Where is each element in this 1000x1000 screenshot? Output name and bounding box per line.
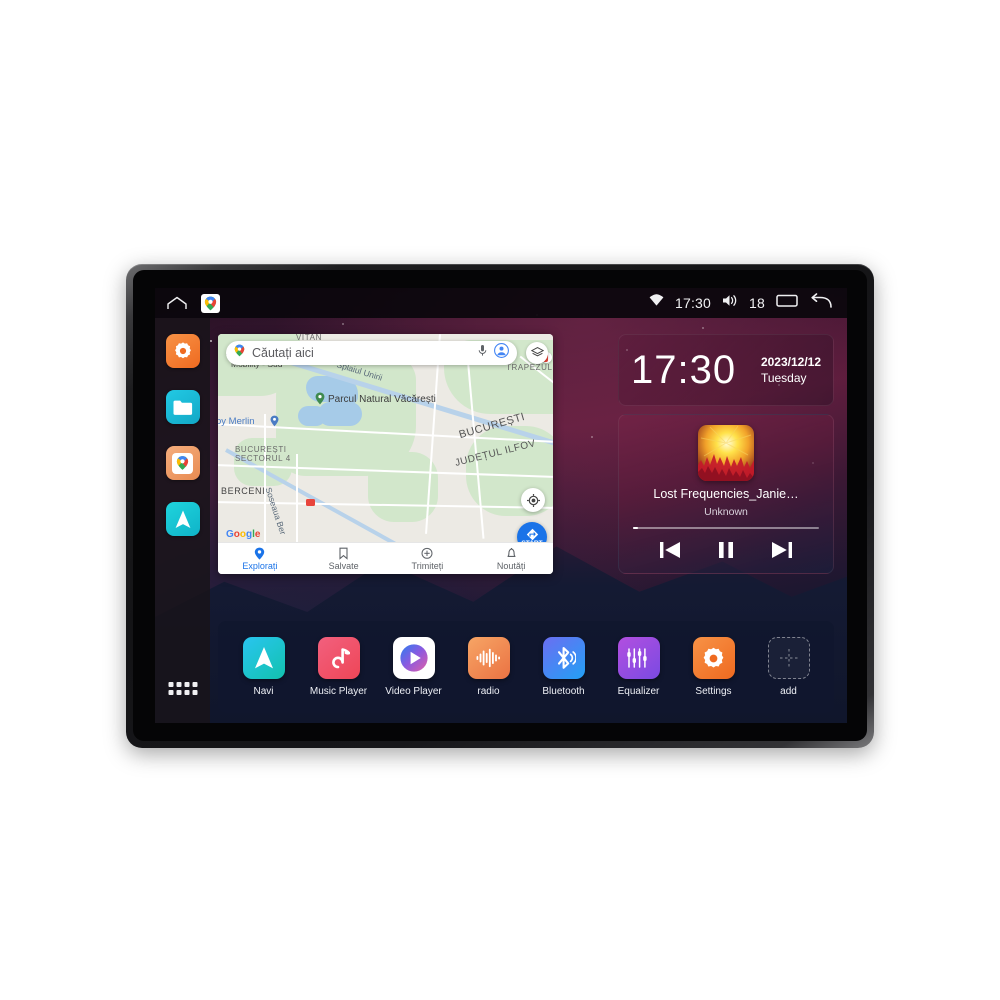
map-layers-button[interactable] xyxy=(526,342,548,364)
volume-icon[interactable] xyxy=(722,294,738,312)
music-note-icon xyxy=(317,637,360,679)
playback-progress-bar[interactable] xyxy=(633,527,819,529)
equalizer-sliders-icon xyxy=(617,637,660,679)
google-attribution: Google xyxy=(226,529,261,540)
track-artist: Unknown xyxy=(704,506,748,518)
track-title: Lost Frequencies_Janie… xyxy=(653,487,799,501)
app-dock: Navi Music Player Video Player radio Blu… xyxy=(218,621,834,713)
google-maps-widget[interactable]: VITAN AXIS Premium Mobility - Sud Pizza … xyxy=(218,334,553,574)
head-unit-device: 17:30 18 VITAN Splaiul Unirii TRAPEZUL P… xyxy=(126,264,874,748)
map-search-bar[interactable]: Căutați aici xyxy=(226,341,517,365)
app-drawer-grid-icon[interactable] xyxy=(168,682,197,695)
map-search-input[interactable]: Căutați aici xyxy=(252,346,471,360)
recent-apps-icon[interactable] xyxy=(776,293,798,313)
dock-app-label: Navi xyxy=(253,686,274,697)
volume-level: 18 xyxy=(749,295,765,311)
dock-app-settings[interactable]: Settings xyxy=(682,637,746,697)
dock-app-label: Bluetooth xyxy=(542,686,585,697)
map-canvas[interactable]: VITAN AXIS Premium Mobility - Sud Pizza … xyxy=(218,334,553,574)
account-circle-icon[interactable] xyxy=(494,343,509,363)
play-circle-icon xyxy=(392,637,435,679)
skip-previous-icon[interactable] xyxy=(658,539,682,561)
left-app-rail xyxy=(155,318,210,723)
status-time: 17:30 xyxy=(674,295,712,311)
map-label: oy Merlin xyxy=(218,416,255,427)
map-tab-contribute[interactable]: Trimiteți xyxy=(386,547,470,571)
wifi-icon xyxy=(649,294,664,312)
dock-app-label: Music Player xyxy=(309,686,368,697)
microphone-icon[interactable] xyxy=(478,344,487,362)
dock-app-label: Equalizer xyxy=(617,686,660,697)
bell-icon xyxy=(507,547,516,557)
bluetooth-icon xyxy=(542,637,585,679)
dock-app-music-player[interactable]: Music Player xyxy=(307,637,371,697)
map-tab-label: Noutăți xyxy=(496,560,526,571)
skip-next-icon[interactable] xyxy=(770,539,794,561)
map-label: Parcul Natural Văcărești xyxy=(328,394,436,405)
clock-widget[interactable]: 17:30 2023/12/12 Tuesday xyxy=(618,334,834,406)
dock-app-label: radio xyxy=(477,686,500,697)
rail-item-maps[interactable] xyxy=(165,446,200,480)
map-tab-saved[interactable]: Salvate xyxy=(302,547,386,571)
dock-app-video-player[interactable]: Video Player xyxy=(382,637,446,697)
map-label: Soseaua Ber xyxy=(263,486,289,536)
rail-item-settings[interactable] xyxy=(165,334,200,368)
back-icon[interactable] xyxy=(809,292,833,314)
map-tab-label: Explorați xyxy=(242,560,278,571)
bookmark-icon xyxy=(339,547,348,560)
dock-app-label: add xyxy=(780,686,797,697)
home-icon[interactable] xyxy=(167,296,187,310)
explore-pin-icon xyxy=(255,547,265,560)
dock-app-equalizer[interactable]: Equalizer xyxy=(607,637,671,697)
album-art xyxy=(698,425,754,481)
clock-day: Tuesday xyxy=(760,371,807,385)
dock-app-add[interactable]: add xyxy=(757,637,821,697)
park-pin-icon xyxy=(315,392,325,405)
map-tab-updates[interactable]: Noutăți xyxy=(469,547,553,571)
add-plus-dashed-icon xyxy=(767,637,810,679)
map-label: SECTORUL 4 xyxy=(235,454,291,463)
map-label: BERCENI xyxy=(221,486,266,496)
send-plus-icon xyxy=(421,547,433,559)
gear-icon xyxy=(692,637,735,679)
rail-item-files[interactable] xyxy=(165,390,200,424)
navigation-arrow-icon xyxy=(242,637,285,679)
my-location-button[interactable] xyxy=(521,488,545,512)
playback-controls xyxy=(619,539,833,561)
rail-item-navi[interactable] xyxy=(165,502,200,536)
dock-app-bluetooth[interactable]: Bluetooth xyxy=(532,637,596,697)
map-label: BUCUREȘTI xyxy=(235,445,287,454)
map-pin-icon xyxy=(234,344,245,362)
music-player-widget[interactable]: Lost Frequencies_Janie… Unknown xyxy=(618,414,834,574)
clock-time: 17:30 xyxy=(631,348,737,392)
dock-app-radio[interactable]: radio xyxy=(457,637,521,697)
status-bar: 17:30 18 xyxy=(155,288,847,318)
store-pin-icon xyxy=(270,415,279,427)
dock-app-label: Settings xyxy=(695,686,732,697)
map-tab-label: Trimiteți xyxy=(411,560,444,571)
dock-app-label: Video Player xyxy=(385,686,442,697)
pause-icon[interactable] xyxy=(715,539,737,561)
map-tab-label: Salvate xyxy=(328,560,359,571)
google-maps-icon[interactable] xyxy=(201,293,220,313)
clock-date: 2023/12/12 xyxy=(760,354,821,369)
map-tab-explore[interactable]: Explorați xyxy=(218,547,302,571)
device-bezel: 17:30 18 VITAN Splaiul Unirii TRAPEZUL P… xyxy=(133,270,867,741)
map-label: TRAPEZULU xyxy=(506,363,553,372)
waveform-icon xyxy=(467,637,510,679)
screen: 17:30 18 VITAN Splaiul Unirii TRAPEZUL P… xyxy=(155,288,847,723)
dock-app-navi[interactable]: Navi xyxy=(232,637,296,697)
map-bottom-tabs: Explorați Salvate Trimiteți Noutăți xyxy=(218,542,553,574)
